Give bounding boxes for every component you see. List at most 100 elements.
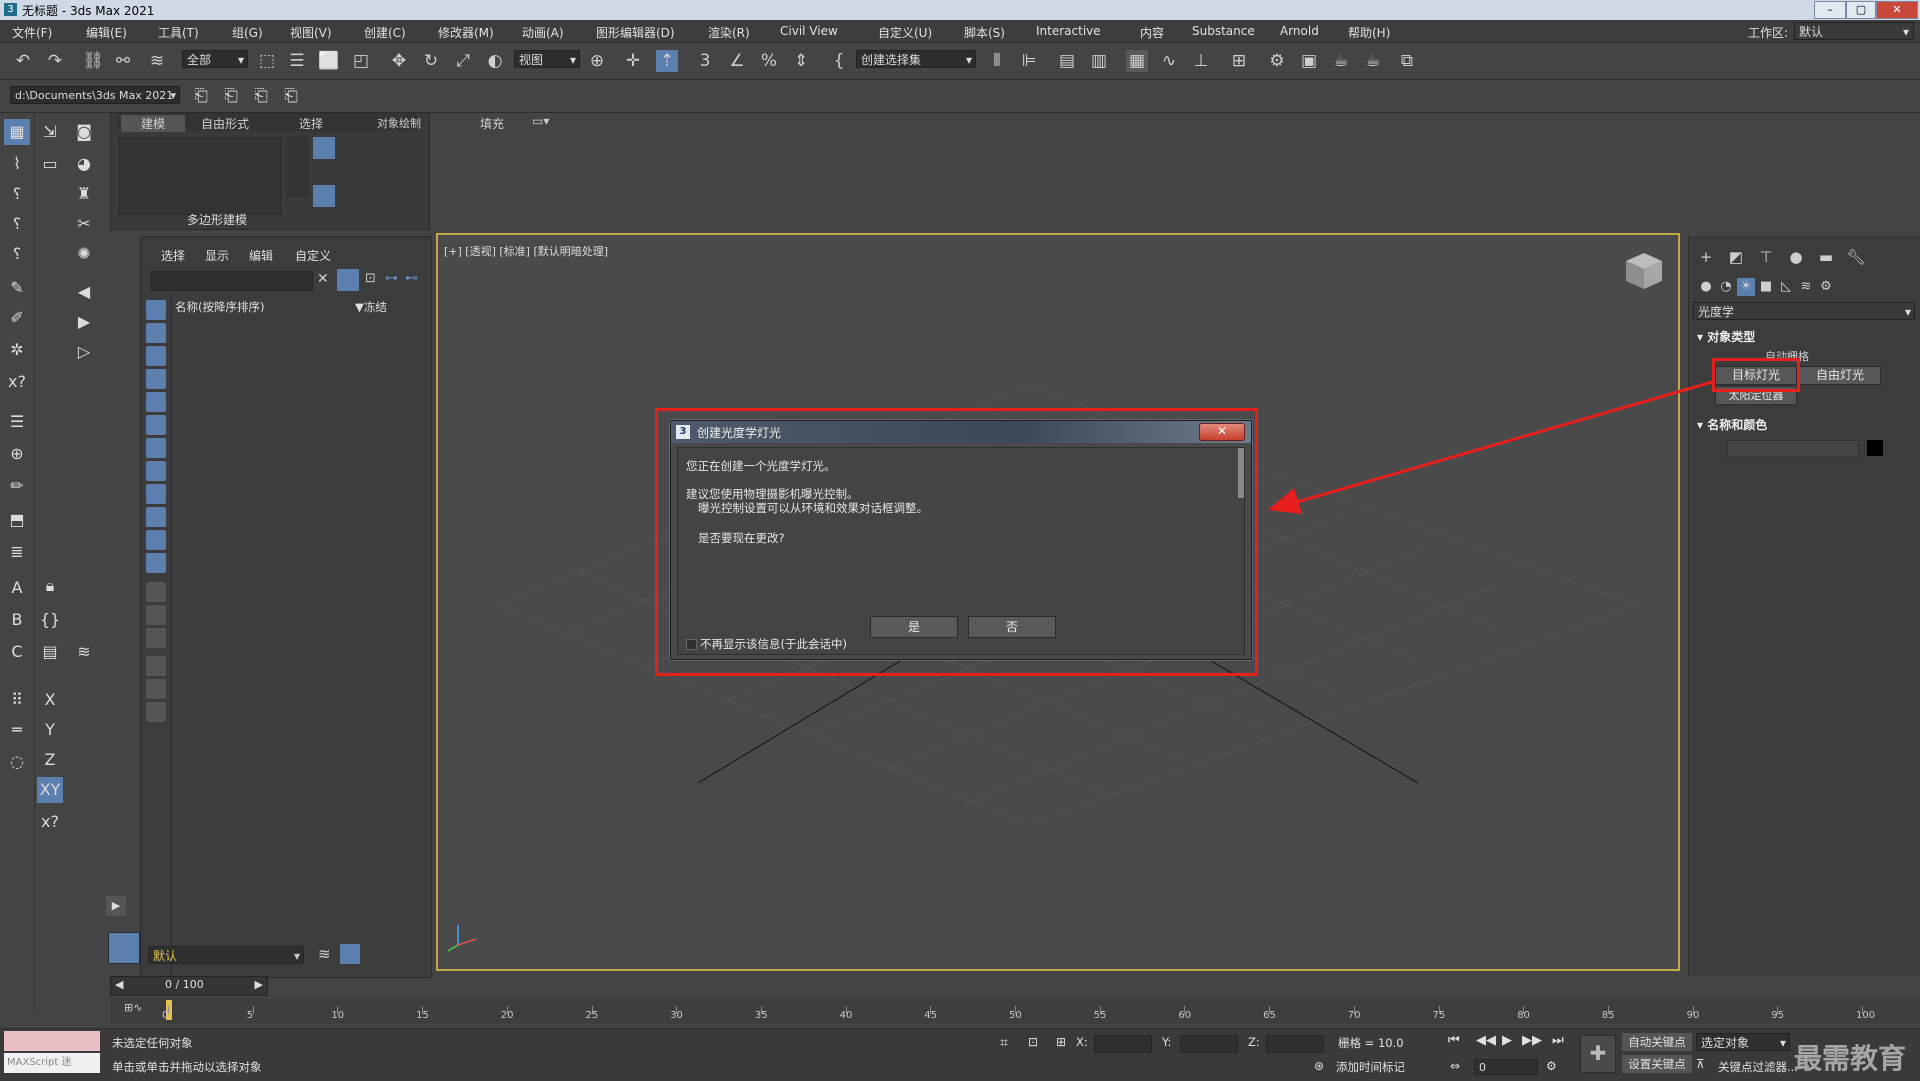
selected-objects-select[interactable]: 选定对象 ▾ <box>1696 1033 1790 1051</box>
add-time-tag-icon[interactable]: ⊛ <box>1314 1059 1324 1073</box>
curve-editor-icon[interactable]: ∿ <box>1158 50 1180 72</box>
layer-select[interactable]: 默认 ▾ <box>148 946 304 964</box>
filter-icon[interactable] <box>337 269 359 291</box>
expand-arrow-icon[interactable]: ▶ <box>106 896 126 916</box>
project-path-select[interactable]: d:\Documents\3ds Max 2021 ▾ <box>10 86 180 104</box>
key-filter-icon[interactable]: ⊼ <box>1696 1057 1705 1071</box>
lights-icon[interactable]: ☀ <box>1737 278 1755 296</box>
time-prev-icon[interactable]: ◀ <box>115 978 123 991</box>
ribbon-tab-freeform[interactable]: 自由形式 <box>201 115 249 132</box>
menu-views[interactable]: 视图(V) <box>290 24 332 41</box>
layer-sort-icon[interactable]: ⊷ <box>405 271 418 286</box>
render-production-icon[interactable]: ☕ <box>1330 50 1352 72</box>
move-icon[interactable]: ✥ <box>388 50 410 72</box>
unlink-icon[interactable]: ⚯ <box>112 50 134 72</box>
explorer-search-input[interactable] <box>151 271 313 291</box>
panel-icon[interactable]: ▭ <box>37 151 63 177</box>
free-light-button[interactable]: 自由灯光 <box>1799 366 1881 385</box>
selection-box-icon[interactable]: ⬒ <box>4 507 30 533</box>
name-color-rollout[interactable]: ▾ 名称和颜色 <box>1689 416 1920 433</box>
brush-icon[interactable]: ⸮ <box>4 211 30 237</box>
utilities-tab-icon[interactable]: 🔧︎ <box>1845 246 1867 268</box>
draw-icon[interactable]: ✐ <box>4 305 30 331</box>
goto-end-icon[interactable]: ⏭ <box>1552 1033 1564 1048</box>
modify-tab-icon[interactable]: ◩ <box>1725 246 1747 268</box>
add-layer-icon[interactable]: ⊕ <box>4 441 30 467</box>
rendered-frame-window-icon[interactable]: ▣ <box>1298 50 1320 72</box>
undo-icon[interactable]: ↶ <box>12 50 34 72</box>
atom-icon[interactable]: ✺ <box>71 241 97 267</box>
rotate-icon[interactable]: ↻ <box>420 50 442 72</box>
spacewarps-icon[interactable]: ≋ <box>1797 278 1815 296</box>
ribbon-group-label[interactable]: 多边形建模 <box>187 211 247 228</box>
project-open-icon[interactable]: ⎗ <box>250 85 272 107</box>
play-icon[interactable]: ▶ <box>71 309 97 335</box>
speaker-icon[interactable]: ◀ <box>71 279 97 305</box>
light-category-select[interactable]: 光度学 ▾ <box>1693 302 1915 320</box>
hierarchy-tab-icon[interactable]: ⊤ <box>1755 246 1777 268</box>
filter-funnel-2-icon[interactable] <box>146 679 166 699</box>
keyboard-shortcut-override-icon[interactable]: ⇡ <box>656 50 678 72</box>
motion-tab-icon[interactable]: ● <box>1785 246 1807 268</box>
auto-key-button[interactable]: 自动关键点 <box>1622 1033 1692 1051</box>
ribbon-tab-selection[interactable]: 选择 <box>299 115 323 132</box>
ribbon-graphite-icon[interactable] <box>313 137 335 159</box>
material-editor-icon[interactable]: ⊞ <box>1228 50 1250 72</box>
z-coordinate-field[interactable] <box>1266 1035 1324 1053</box>
ribbon-modify-icon[interactable] <box>313 185 335 207</box>
menu-create[interactable]: 创建(C) <box>364 24 406 41</box>
maximize-button[interactable]: ▢ <box>1846 1 1876 19</box>
next-frame-icon[interactable]: ▶︎▶︎ <box>1522 1033 1542 1048</box>
layer-explorer-icon[interactable]: ▥ <box>1088 50 1110 72</box>
link-icon[interactable]: ⛓ <box>82 50 104 72</box>
percent-snap-icon[interactable]: % <box>758 50 780 72</box>
axis-z-icon[interactable]: Z <box>37 747 63 773</box>
track-bar-icon[interactable]: ⊞∿ <box>124 1001 142 1014</box>
pen-icon[interactable]: ✎ <box>4 275 30 301</box>
clear-search-icon[interactable]: ✕ <box>317 271 329 287</box>
render-icon[interactable]: ▷ <box>71 339 97 365</box>
layer-manager-icon[interactable]: ≋ <box>318 945 331 963</box>
time-config-icon[interactable]: ⚙ <box>1546 1059 1557 1073</box>
ribbon-tab-modeling[interactable]: 建模 <box>121 115 186 132</box>
filter-particles-icon[interactable] <box>146 530 166 550</box>
text-c-icon[interactable]: C <box>4 639 30 665</box>
menu-content[interactable]: 内容 <box>1140 24 1164 41</box>
placement-icon[interactable]: ◐ <box>484 50 506 72</box>
ribbon-tab-populate[interactable]: 填充 <box>480 115 504 132</box>
arnold-render-icon[interactable]: ⧉ <box>1396 50 1418 72</box>
display-all-icon[interactable] <box>146 582 166 602</box>
menu-arnold[interactable]: Arnold <box>1280 24 1319 38</box>
key-filters-button[interactable]: 关键点过滤器... <box>1718 1059 1798 1075</box>
maxscript-input[interactable]: MAXScript 迷 <box>4 1053 100 1073</box>
key-mode-icon[interactable]: ⇔ <box>1450 1059 1460 1073</box>
object-color-swatch[interactable] <box>1867 440 1883 456</box>
text-a-icon[interactable]: A <box>4 575 30 601</box>
menu-file[interactable]: 文件(F) <box>12 24 52 41</box>
geometry-icon[interactable]: ● <box>1697 278 1715 296</box>
edit-named-selection-icon[interactable]: { <box>828 50 850 72</box>
default-in-out-tangents-icon[interactable]: ✚ <box>1580 1035 1616 1073</box>
menu-customize[interactable]: 自定义(U) <box>878 24 932 41</box>
menu-rendering[interactable]: 渲染(R) <box>708 24 750 41</box>
display-none-icon[interactable] <box>146 605 166 625</box>
menu-interactive[interactable]: Interactive <box>1036 24 1101 38</box>
menu-graph-editors[interactable]: 图形编辑器(D) <box>596 24 675 41</box>
named-selection-set-select[interactable]: 创建选择集 ▾ <box>856 50 976 68</box>
pivot-center-icon[interactable]: ⊕ <box>586 50 608 72</box>
select-by-name-icon[interactable]: ☰ <box>286 50 308 72</box>
column-frozen-header[interactable]: ▼冻结 <box>355 299 387 315</box>
view-cube-icon[interactable] <box>1626 253 1662 289</box>
filter-spacewarps-icon[interactable] <box>146 415 166 435</box>
axis-constraint-icon[interactable]: x? <box>4 369 30 395</box>
object-type-rollout[interactable]: ▾ 对象类型 <box>1689 328 1920 345</box>
menu-edit[interactable]: 编辑(E) <box>86 24 127 41</box>
filter-groups-icon[interactable] <box>146 438 166 458</box>
minimize-button[interactable]: – <box>1814 1 1846 19</box>
ruler-icon[interactable]: ✂ <box>71 211 97 237</box>
paint-bucket-icon[interactable]: ◕ <box>71 151 97 177</box>
import-icon[interactable]: ⇲ <box>37 119 63 145</box>
filter-lights-icon[interactable] <box>146 346 166 366</box>
snapshot-icon[interactable]: ◙ <box>71 119 97 145</box>
explorer-menu-select[interactable]: 选择 <box>161 247 185 264</box>
